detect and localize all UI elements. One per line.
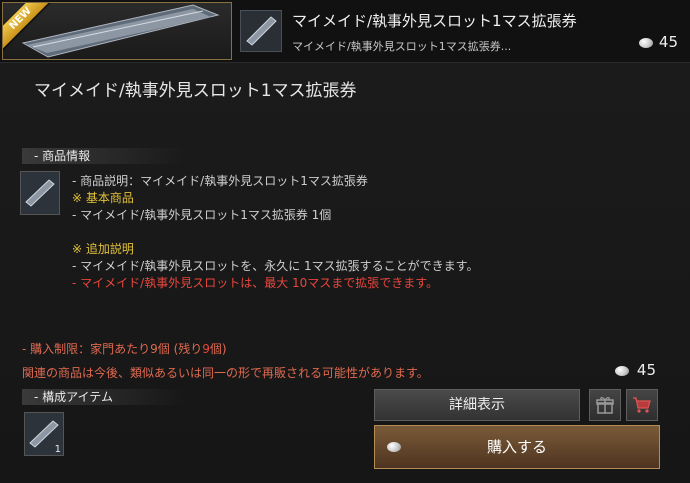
info-line-description: - 商品説明：マイメイド/執事外見スロット1マス拡張券 xyxy=(72,174,368,188)
price-value: 45 xyxy=(636,361,656,379)
product-detail-panel: NEW マイメイド/執事外見スロット1マス拡張券 マイメイド/執事外見スロット1… xyxy=(0,0,690,483)
header-price: 45 xyxy=(638,33,678,51)
buy-button-label: 購入する xyxy=(486,438,547,456)
purchase-limit-remaining: 9 xyxy=(202,342,210,356)
pearl-icon xyxy=(387,442,401,452)
product-title: マイメイド/執事外見スロット1マス拡張券 xyxy=(34,81,357,101)
header-title: マイメイド/執事外見スロット1マス拡張券 xyxy=(292,12,577,30)
details-button[interactable]: 詳細表示 xyxy=(374,389,580,421)
info-line-extra-content: - マイメイド/執事外見スロットを、永久に 1マス拡張することができます。 xyxy=(72,259,479,273)
cart-button[interactable] xyxy=(626,389,658,421)
price-display: 45 xyxy=(614,361,656,379)
product-banner-image: NEW xyxy=(2,2,232,60)
purchase-limit-prefix: - 購入制限：家門あたり9個 (残り xyxy=(22,342,203,356)
info-line-basic-content: - マイメイド/執事外見スロット1マス拡張券 1個 xyxy=(72,208,332,222)
info-line-basic-heading: ※ 基本商品 xyxy=(72,191,134,205)
gift-button[interactable] xyxy=(589,389,621,421)
section-product-info: - 商品情報 xyxy=(22,148,184,164)
buy-button[interactable]: 購入する xyxy=(374,425,660,469)
header-price-value: 45 xyxy=(658,33,678,51)
resale-note: 関連の商品は今後、類似あるいは同一の形で再販される可能性があります。 xyxy=(22,366,429,380)
section-components: - 構成アイテム xyxy=(22,389,184,405)
product-item-icon[interactable] xyxy=(20,171,60,215)
component-quantity: 1 xyxy=(54,444,61,455)
gift-icon xyxy=(596,397,614,414)
pearl-icon xyxy=(614,365,629,376)
component-item-icon[interactable]: 1 xyxy=(24,412,64,456)
info-line-max-slots: - マイメイド/執事外見スロットは、最大 10マスまで拡張できます。 xyxy=(72,276,439,290)
purchase-limit-suffix: 個) xyxy=(209,342,227,356)
pearl-icon xyxy=(638,37,653,48)
purchase-limit: - 購入制限：家門あたり9個 (残り9個) xyxy=(22,340,227,357)
header-subtitle: マイメイド/執事外見スロット1マス拡張券... xyxy=(292,40,512,53)
product-header: NEW マイメイド/執事外見スロット1マス拡張券 マイメイド/執事外見スロット1… xyxy=(0,0,690,63)
info-line-extra-heading: ※ 追加説明 xyxy=(72,242,134,256)
cart-icon xyxy=(633,397,651,413)
product-thumbnail xyxy=(240,10,282,52)
